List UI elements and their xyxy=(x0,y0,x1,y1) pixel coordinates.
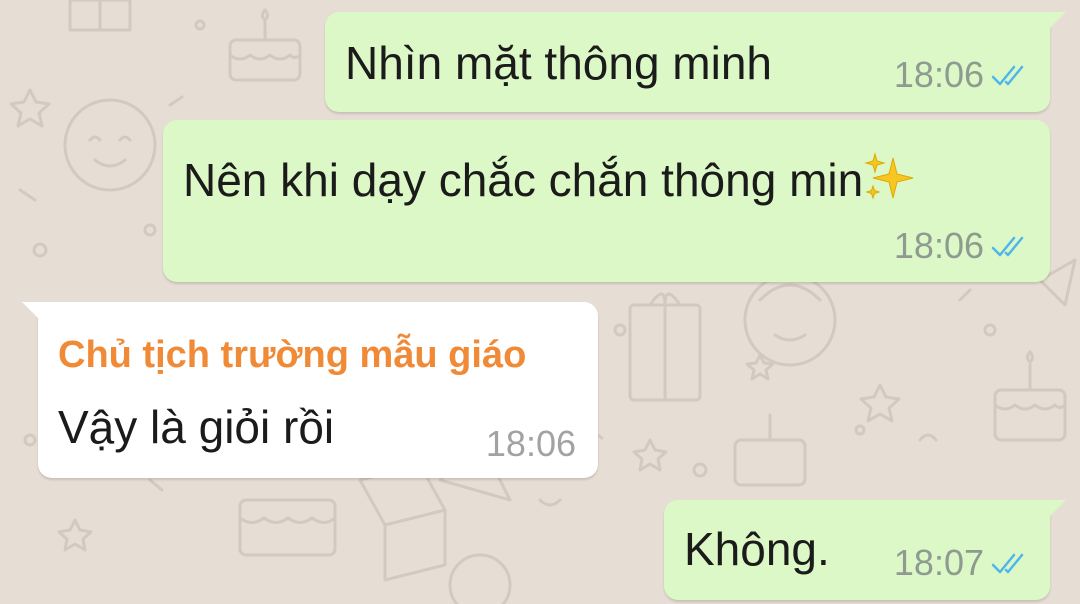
message-meta: 18:07 xyxy=(894,545,1030,581)
message-bubble-incoming[interactable]: Chủ tịch trường mẫu giáo Vậy là giỏi rồi… xyxy=(22,302,598,478)
ball-doodle xyxy=(448,553,512,604)
message-bubble-outgoing[interactable]: Không. 18:07 xyxy=(664,500,1066,600)
cake-doodle-3 xyxy=(238,498,337,557)
message-text: Nên khi dạy chắc chắn thông min xyxy=(183,150,917,204)
message-meta: 18:06 xyxy=(894,228,1030,264)
gift-doodle xyxy=(68,0,132,32)
message-text: Vậy là giỏi rồi xyxy=(58,401,335,453)
message-text: Nhìn mặt thông minh xyxy=(345,37,773,89)
cake-doodle xyxy=(228,8,302,82)
message-text-content: Nên khi dạy chắc chắn thông min xyxy=(183,154,864,206)
gift-doodle-3 xyxy=(358,463,447,582)
message-time: 18:06 xyxy=(893,54,984,95)
sender-name[interactable]: Chủ tịch trường mẫu giáo xyxy=(58,336,526,374)
gift-doodle-2 xyxy=(628,292,702,402)
message-meta: 18:06 xyxy=(894,57,1030,93)
message-time: 18:06 xyxy=(893,225,984,266)
message-time: 18:07 xyxy=(893,542,984,583)
double-check-read-icon xyxy=(991,65,1024,86)
message-meta: 18:06 xyxy=(486,426,576,462)
message-time: 18:06 xyxy=(485,423,576,464)
cake-doodle-4 xyxy=(733,413,807,487)
message-text: Không. xyxy=(684,523,830,575)
face-doodle xyxy=(63,98,157,192)
bubble-tail xyxy=(1048,500,1066,518)
message-bubble-outgoing[interactable]: Nên khi dạy chắc chắn thông min 18:06 xyxy=(163,120,1050,282)
bubble-tail xyxy=(1048,12,1066,30)
message-bubble-outgoing[interactable]: Nhìn mặt thông minh 18:06 xyxy=(325,12,1066,112)
sparkles-emoji xyxy=(864,152,914,200)
double-check-read-icon xyxy=(991,236,1024,257)
bubble-tail xyxy=(22,302,40,320)
cake-doodle-2 xyxy=(993,350,1067,442)
double-check-read-icon xyxy=(991,553,1024,574)
